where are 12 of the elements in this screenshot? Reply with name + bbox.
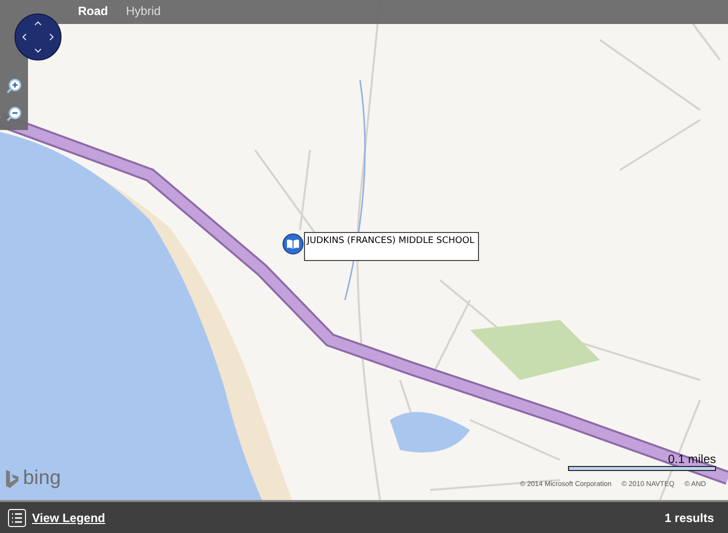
results-count: 1 results <box>664 510 714 524</box>
view-legend-link[interactable]: View Legend <box>8 508 106 526</box>
logo-icon <box>5 468 19 488</box>
map-popup: JUDKINS (FRANCES) MIDDLE SCHOOL <box>304 232 480 261</box>
map-type-tab[interactable]: Road <box>78 0 108 24</box>
list-icon <box>8 508 26 526</box>
zoom-out-icon[interactable] <box>6 106 22 122</box>
book-icon[interactable] <box>282 233 304 255</box>
pan-control[interactable] <box>14 13 62 61</box>
zoom-in-icon[interactable] <box>6 78 22 94</box>
logo-text: bing <box>23 467 61 490</box>
map-type-tab[interactable]: Hybrid <box>126 0 161 24</box>
